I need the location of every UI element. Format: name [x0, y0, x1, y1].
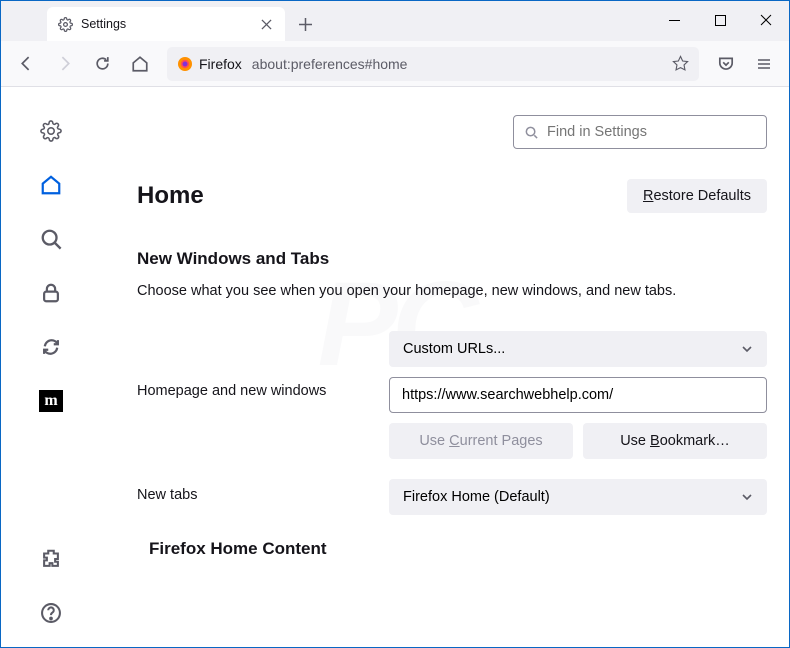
menu-button[interactable]	[747, 47, 781, 81]
sidebar-item-privacy[interactable]	[35, 277, 67, 309]
dropdown-value: Firefox Home (Default)	[403, 489, 550, 505]
browser-tab[interactable]: Settings	[47, 7, 285, 41]
home-button[interactable]	[123, 47, 157, 81]
url-bar[interactable]: Firefox about:preferences#home	[167, 47, 699, 81]
sidebar-item-sync[interactable]	[35, 331, 67, 363]
close-icon[interactable]	[257, 15, 275, 33]
sidebar-item-general[interactable]	[35, 115, 67, 147]
sidebar-item-search[interactable]	[35, 223, 67, 255]
titlebar: Settings	[1, 1, 789, 41]
dropdown-value: Custom URLs...	[403, 341, 505, 357]
forward-button[interactable]	[47, 47, 81, 81]
gear-icon	[57, 16, 73, 32]
sidebar-item-help[interactable]	[35, 597, 67, 629]
section-title: New Windows and Tabs	[137, 249, 767, 269]
close-window-button[interactable]	[743, 1, 789, 39]
back-button[interactable]	[9, 47, 43, 81]
minimize-button[interactable]	[651, 1, 697, 39]
url-text: about:preferences#home	[252, 56, 662, 72]
tab-title: Settings	[81, 17, 249, 31]
section-description: Choose what you see when you open your h…	[137, 281, 767, 303]
firefox-icon	[177, 56, 193, 72]
homepage-label: Homepage and new windows	[137, 331, 369, 399]
new-tabs-dropdown[interactable]: Firefox Home (Default)	[389, 479, 767, 515]
bookmark-star-icon[interactable]	[672, 55, 689, 72]
use-current-pages-button[interactable]: Use Current Pages	[389, 423, 573, 459]
settings-main: Home Restore Defaults New Windows and Ta…	[101, 87, 789, 647]
url-identity: Firefox	[177, 56, 242, 72]
sidebar-item-more[interactable]: m	[35, 385, 67, 417]
page-title: Home	[137, 182, 204, 210]
new-tab-button[interactable]	[290, 9, 320, 39]
search-icon	[524, 125, 539, 140]
chevron-down-icon	[741, 491, 753, 503]
maximize-button[interactable]	[697, 1, 743, 39]
chevron-down-icon	[741, 343, 753, 355]
settings-sidebar: m	[1, 87, 101, 647]
pocket-button[interactable]	[709, 47, 743, 81]
homepage-url-input[interactable]	[389, 377, 767, 413]
sidebar-item-extensions[interactable]	[35, 543, 67, 575]
toolbar: Firefox about:preferences#home	[1, 41, 789, 87]
window-controls	[651, 1, 789, 39]
search-settings-field[interactable]	[513, 115, 767, 149]
reload-button[interactable]	[85, 47, 119, 81]
url-identity-label: Firefox	[199, 56, 242, 72]
search-settings-input[interactable]	[547, 124, 756, 140]
homepage-mode-dropdown[interactable]: Custom URLs...	[389, 331, 767, 367]
m-icon: m	[39, 390, 63, 412]
restore-defaults-button[interactable]: Restore Defaults	[627, 179, 767, 213]
new-tabs-label: New tabs	[137, 479, 369, 503]
sidebar-item-home[interactable]	[35, 169, 67, 201]
content-area: PC m Home Restore Defaults New Windows a…	[1, 87, 789, 647]
firefox-home-content-title: Firefox Home Content	[149, 539, 767, 559]
use-bookmark-button[interactable]: Use Bookmark…	[583, 423, 767, 459]
